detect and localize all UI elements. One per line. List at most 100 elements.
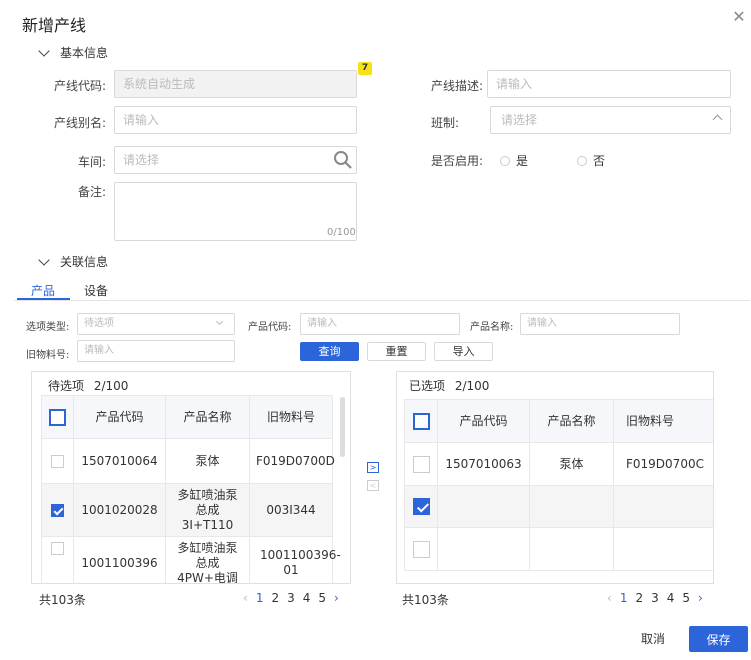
table-row[interactable]: 1001100396 多缸喷油泵总成4PW+电调 1001100396-01 <box>41 536 341 583</box>
selected-title-text: 已选项 <box>409 379 446 393</box>
available-panel-title: 待选项 2/100 <box>48 377 128 394</box>
desc-input[interactable]: 请输入 <box>487 70 731 98</box>
enabled-yes-label: 是 <box>516 154 529 168</box>
alias-label: 产线别名: <box>53 116 106 130</box>
move-left-button[interactable]: < <box>367 480 379 491</box>
related-info-header[interactable]: 关联信息 <box>38 253 109 270</box>
selected-items-panel: 已选项 2/100 产品代码 产品名称 旧物料号 1507010063 泵体 F… <box>396 371 714 584</box>
shift-select[interactable]: 请选择 <box>490 106 731 134</box>
search-icon[interactable] <box>333 150 353 170</box>
hint-badge: 7 <box>358 62 372 75</box>
product-name-cell: 多缸喷油泵总成3I+T110 <box>165 483 250 537</box>
product-code-cell <box>437 485 530 528</box>
product-code-cell: 1507010064 <box>73 438 166 484</box>
code-label: 产线代码: <box>53 79 106 93</box>
selected-total: 共103条 <box>402 593 449 607</box>
cancel-button[interactable]: 取消 <box>630 626 676 652</box>
selected-count: 2/100 <box>454 379 490 393</box>
enabled-no-label: 否 <box>593 154 606 168</box>
reset-button[interactable]: 重置 <box>367 342 426 361</box>
chevron-down-icon <box>38 44 50 57</box>
available-items-panel: 待选项 2/100 产品代码 产品名称 旧物料号 1507010064 泵体 F… <box>31 371 351 584</box>
table-header-row: 产品代码 产品名称 旧物料号 <box>41 395 333 439</box>
available-pagination: ‹ 1 2 3 4 5 › <box>243 591 339 605</box>
row-checkbox[interactable] <box>51 454 64 468</box>
page-number[interactable]: 2 <box>635 591 643 605</box>
enabled-yes-radio[interactable]: 是 <box>500 152 528 169</box>
row-checkbox[interactable] <box>412 540 430 558</box>
import-button[interactable]: 导入 <box>434 342 493 361</box>
old-material-cell <box>613 527 713 571</box>
row-checkbox[interactable] <box>51 542 64 555</box>
table-header-row: 产品代码 产品名称 旧物料号 <box>404 399 713 443</box>
select-all-cell[interactable] <box>404 399 438 443</box>
save-button[interactable]: 保存 <box>689 626 748 652</box>
product-name-input[interactable]: 请输入 <box>520 313 680 335</box>
remark-textarea[interactable] <box>114 182 357 241</box>
column-header: 产品名称 <box>165 395 250 439</box>
product-code-input[interactable]: 请输入 <box>300 313 460 335</box>
old-material-cell: F019D0700C <box>613 442 713 486</box>
prev-page-button[interactable]: ‹ <box>607 591 612 605</box>
option-type-select[interactable]: 待选项 <box>77 313 235 335</box>
product-code-cell: 1001020028 <box>73 483 166 537</box>
table-row[interactable] <box>404 485 713 528</box>
related-info-label: 关联信息 <box>60 255 109 269</box>
product-code-cell: 1507010063 <box>437 442 530 486</box>
product-name-cell <box>529 527 614 571</box>
prev-page-button[interactable]: ‹ <box>243 591 248 605</box>
radio-icon <box>500 156 510 166</box>
alias-input[interactable]: 请输入 <box>114 106 357 134</box>
table-row[interactable]: 1507010064 泵体 F019D0700D <box>41 438 335 484</box>
selected-table: 产品代码 产品名称 旧物料号 1507010063 泵体 F019D0700C <box>404 399 713 571</box>
dialog-title: 新增产线 <box>22 16 87 35</box>
column-header: 产品名称 <box>529 399 614 443</box>
table-row[interactable]: 1507010063 泵体 F019D0700C <box>404 442 713 486</box>
product-name-cell: 泵体 <box>529 442 614 486</box>
page-number[interactable]: 3 <box>651 591 659 605</box>
available-total: 共103条 <box>39 593 86 607</box>
page-number[interactable]: 2 <box>271 591 279 605</box>
available-table: 产品代码 产品名称 旧物料号 1507010064 泵体 F019D0700D … <box>41 395 341 583</box>
workshop-select[interactable]: 请选择 <box>114 146 357 174</box>
scrollbar[interactable] <box>340 397 345 457</box>
code-input: 系统自动生成 <box>114 70 357 98</box>
workshop-label: 车间: <box>77 155 106 169</box>
page-number[interactable]: 5 <box>682 591 690 605</box>
table-row[interactable] <box>404 527 713 571</box>
column-header: 产品代码 <box>73 395 166 439</box>
close-icon[interactable]: ✕ <box>730 8 748 26</box>
select-all-cell[interactable] <box>41 395 74 439</box>
query-button[interactable]: 查询 <box>300 342 359 361</box>
next-page-button[interactable]: › <box>334 591 339 605</box>
product-name-cell: 多缸喷油泵总成4PW+电调 <box>165 536 250 583</box>
available-title-text: 待选项 <box>48 379 85 393</box>
move-right-button[interactable]: > <box>367 462 379 473</box>
page-number[interactable]: 3 <box>287 591 295 605</box>
select-all-checkbox[interactable] <box>412 412 430 430</box>
row-checkbox[interactable] <box>412 498 430 515</box>
select-all-checkbox[interactable] <box>49 408 66 426</box>
tab-product[interactable]: 产品 <box>31 282 55 299</box>
old-material-input[interactable]: 请输入 <box>77 340 235 362</box>
row-checkbox[interactable] <box>51 503 64 517</box>
shift-label: 班制: <box>430 116 459 130</box>
page-number[interactable]: 4 <box>303 591 311 605</box>
table-row[interactable]: 1001020028 多缸喷油泵总成3I+T110 003I344 <box>41 483 333 537</box>
page-number[interactable]: 1 <box>256 591 264 605</box>
page-number[interactable]: 1 <box>620 591 628 605</box>
row-checkbox[interactable] <box>412 455 430 473</box>
radio-icon <box>577 156 587 166</box>
next-page-button[interactable]: › <box>698 591 703 605</box>
selected-panel-title: 已选项 2/100 <box>409 377 489 394</box>
page-number[interactable]: 4 <box>667 591 675 605</box>
enabled-no-radio[interactable]: 否 <box>577 152 605 169</box>
page-number[interactable]: 5 <box>318 591 326 605</box>
basic-info-header[interactable]: 基本信息 <box>38 44 108 61</box>
old-material-cell <box>613 485 713 528</box>
old-material-cell: F019D0700D <box>249 438 335 484</box>
product-name-label: 产品名称: <box>470 322 514 333</box>
tab-equipment[interactable]: 设备 <box>84 282 108 299</box>
old-material-cell: 003I344 <box>249 483 333 537</box>
active-tab-indicator <box>17 298 70 300</box>
